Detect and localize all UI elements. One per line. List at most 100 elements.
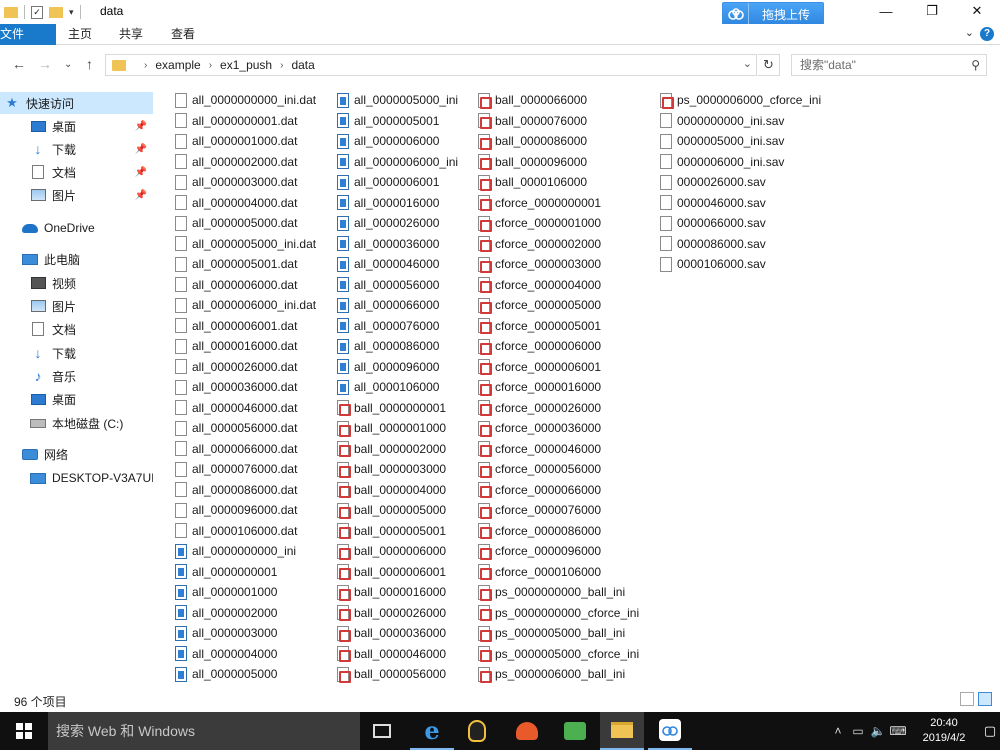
file-item[interactable]: cforce_0000002000	[478, 234, 660, 255]
file-item[interactable]: all_0000005000_ini.dat	[175, 234, 335, 255]
file-item[interactable]: all_0000001000	[175, 582, 335, 603]
file-item[interactable]: 0000106000.sav	[660, 254, 850, 275]
file-item[interactable]: ps_0000005000_ball_ini	[478, 623, 660, 644]
file-item[interactable]: ball_0000106000	[478, 172, 660, 193]
file-item[interactable]: 0000086000.sav	[660, 234, 850, 255]
sidebar-item-documents-pinned[interactable]: 文档 📌	[0, 161, 153, 183]
file-item[interactable]: cforce_0000056000	[478, 459, 660, 480]
file-item[interactable]: all_0000036000	[337, 234, 479, 255]
sidebar-item-pictures-pinned[interactable]: 图片 📌	[0, 184, 153, 206]
file-item[interactable]: all_0000096000	[337, 357, 479, 378]
file-item[interactable]: all_0000026000	[337, 213, 479, 234]
maximize-button[interactable]: ❐	[909, 0, 955, 22]
file-item[interactable]: all_0000002000.dat	[175, 152, 335, 173]
file-item[interactable]: ball_0000006000	[337, 541, 479, 562]
refresh-button[interactable]: ↻	[758, 54, 780, 76]
file-item[interactable]: all_0000005000.dat	[175, 213, 335, 234]
volume-icon[interactable]: 🔈	[868, 724, 888, 738]
file-item[interactable]: ps_0000006000_ball_ini	[478, 664, 660, 685]
input-method-icon[interactable]: ⌨	[888, 724, 908, 738]
file-item[interactable]: all_0000056000.dat	[175, 418, 335, 439]
file-item[interactable]: ball_0000005000	[337, 500, 479, 521]
minimize-button[interactable]: —	[863, 0, 909, 22]
expand-ribbon-icon[interactable]: ⌄	[965, 26, 974, 39]
file-item[interactable]: all_0000096000.dat	[175, 500, 335, 521]
file-item[interactable]: ball_0000096000	[478, 152, 660, 173]
file-item[interactable]: all_0000005000	[175, 664, 335, 685]
file-item[interactable]: ball_0000004000	[337, 480, 479, 501]
drag-upload-button[interactable]: 拖拽上传	[722, 2, 824, 26]
chevron-down-icon[interactable]: ⌄	[743, 57, 752, 70]
file-item[interactable]: cforce_0000036000	[478, 418, 660, 439]
address-bar[interactable]: › example › ex1_push › data ⌄	[105, 54, 757, 76]
file-item[interactable]: all_0000004000.dat	[175, 193, 335, 214]
file-item[interactable]: all_0000002000	[175, 603, 335, 624]
file-item[interactable]: cforce_0000016000	[478, 377, 660, 398]
network-icon[interactable]: ▭	[848, 724, 868, 738]
taskbar-baidu-netdisk[interactable]	[648, 712, 692, 750]
search-input[interactable]	[800, 58, 960, 72]
file-item[interactable]: cforce_0000006001	[478, 357, 660, 378]
file-item[interactable]: all_0000006001	[337, 172, 479, 193]
file-item[interactable]: 0000000000_ini.sav	[660, 111, 850, 132]
file-item[interactable]: all_0000003000	[175, 623, 335, 644]
file-item[interactable]: all_0000000001	[175, 562, 335, 583]
taskbar-search-box[interactable]: 搜索 Web 和 Windows	[48, 712, 360, 750]
file-item[interactable]: cforce_0000004000	[478, 275, 660, 296]
sidebar-item-network[interactable]: 网络	[0, 443, 153, 465]
file-item[interactable]: 0000066000.sav	[660, 213, 850, 234]
sidebar-item-documents[interactable]: 文档	[0, 318, 153, 340]
file-item[interactable]: all_0000006001.dat	[175, 316, 335, 337]
sidebar-item-this-pc[interactable]: 此电脑	[0, 248, 153, 270]
file-item[interactable]: all_0000016000.dat	[175, 336, 335, 357]
file-item[interactable]: ball_0000006001	[337, 562, 479, 583]
taskbar-snail-app[interactable]	[505, 712, 549, 750]
file-item[interactable]: ball_0000076000	[478, 111, 660, 132]
file-item[interactable]: ps_0000000000_cforce_ini	[478, 603, 660, 624]
chevron-right-icon[interactable]: ›	[280, 60, 283, 71]
back-arrow-icon[interactable]: ←	[12, 56, 26, 72]
forward-arrow-icon[interactable]: →	[38, 56, 52, 72]
file-item[interactable]: ball_0000046000	[337, 644, 479, 665]
customize-toolbar-icon[interactable]: ▾	[69, 7, 74, 18]
file-item[interactable]: ps_0000006000_cforce_ini	[660, 90, 850, 111]
file-item[interactable]: cforce_0000005001	[478, 316, 660, 337]
file-item[interactable]: all_0000076000.dat	[175, 459, 335, 480]
file-item[interactable]: all_0000001000.dat	[175, 131, 335, 152]
file-item[interactable]: all_0000066000	[337, 295, 479, 316]
sidebar-item-downloads-pinned[interactable]: ↓ 下载 📌	[0, 138, 153, 160]
file-item[interactable]: ball_0000000001	[337, 398, 479, 419]
pin-icon[interactable]: 📌	[135, 167, 147, 178]
file-item[interactable]: cforce_0000006000	[478, 336, 660, 357]
file-item[interactable]: all_0000066000.dat	[175, 439, 335, 460]
breadcrumb-example[interactable]: example	[155, 58, 200, 72]
start-button[interactable]	[0, 712, 48, 750]
file-item[interactable]: all_0000086000	[337, 336, 479, 357]
sidebar-item-desktop[interactable]: 桌面	[0, 388, 153, 410]
list-view-icon[interactable]	[978, 692, 992, 706]
taskbar-file-explorer[interactable]	[600, 712, 644, 750]
file-item[interactable]: cforce_0000005000	[478, 295, 660, 316]
search-box[interactable]: ⚲	[791, 54, 987, 76]
file-item[interactable]: ball_0000002000	[337, 439, 479, 460]
file-item[interactable]: all_0000086000.dat	[175, 480, 335, 501]
recent-locations-icon[interactable]: ⌄	[64, 59, 72, 70]
file-item[interactable]: 0000005000_ini.sav	[660, 131, 850, 152]
sidebar-item-videos[interactable]: 视频	[0, 272, 153, 294]
up-arrow-icon[interactable]: ↑	[86, 56, 93, 72]
close-button[interactable]: ✕	[954, 0, 1000, 22]
breadcrumb-ex1-push[interactable]: ex1_push	[220, 58, 272, 72]
file-item[interactable]: all_0000004000	[175, 644, 335, 665]
chevron-up-icon[interactable]: ˄	[828, 724, 848, 738]
file-item[interactable]: all_0000000000_ini	[175, 541, 335, 562]
file-item[interactable]: all_0000106000.dat	[175, 521, 335, 542]
help-icon[interactable]: ?	[980, 27, 994, 41]
sidebar-item-onedrive[interactable]: OneDrive	[0, 217, 153, 239]
tab-home[interactable]: 主页	[58, 24, 102, 45]
sidebar-item-pictures[interactable]: 图片	[0, 295, 153, 317]
file-item[interactable]: all_0000005000_ini	[337, 90, 479, 111]
file-item[interactable]: all_0000106000	[337, 377, 479, 398]
file-item[interactable]: cforce_0000086000	[478, 521, 660, 542]
sidebar-item-local-disk[interactable]: 本地磁盘 (C:)	[0, 412, 153, 434]
file-item[interactable]: all_0000006000_ini.dat	[175, 295, 335, 316]
